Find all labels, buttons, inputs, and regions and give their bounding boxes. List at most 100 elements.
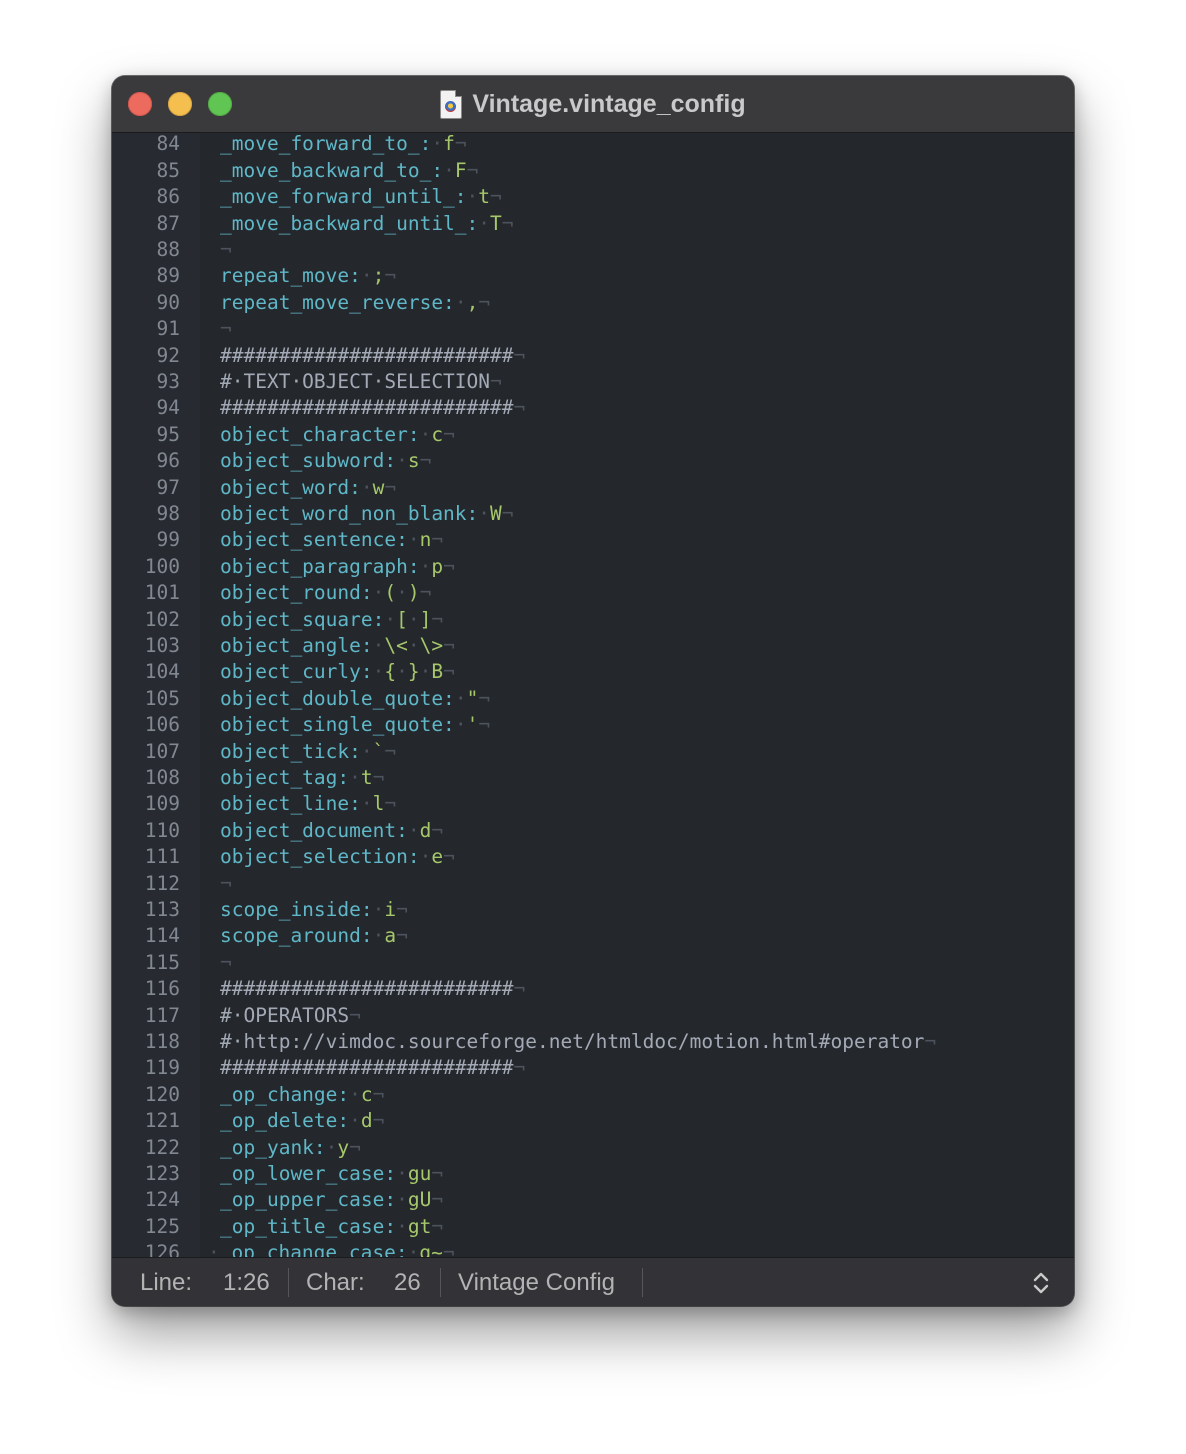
whitespace-marker: · (419, 845, 432, 869)
config-value: ' (466, 713, 479, 737)
config-value: ; (372, 264, 385, 288)
config-value: e (431, 845, 444, 869)
whitespace-marker: · (349, 1082, 361, 1106)
config-value: t (478, 185, 491, 209)
end-of-line-marker: ¬ (384, 739, 397, 763)
end-of-line-marker: ¬ (454, 133, 467, 156)
whitespace-marker: · (407, 607, 420, 631)
comment-text: #·http://vimdoc.sourceforge.net/htmldoc/… (220, 1030, 925, 1053)
code-line: 111 object_selection:·e¬ (112, 844, 1074, 870)
code-line: 92 #########################¬ (112, 343, 1074, 369)
editor-window: Vintage.vintage_config 84 _move_forward_t… (112, 76, 1074, 1306)
whitespace-marker: · (360, 792, 373, 816)
config-value: d (360, 1109, 373, 1133)
line-number: 109 (144, 792, 180, 816)
end-of-line-marker: ¬ (513, 1056, 526, 1080)
up-down-chevron-icon[interactable] (1030, 1270, 1052, 1296)
whitespace-marker: · (454, 290, 467, 314)
config-value: \< (384, 634, 408, 657)
status-divider (288, 1268, 289, 1297)
code-line: 110 object_document:·d¬ (112, 818, 1074, 844)
line-number: 103 (144, 634, 180, 657)
config-key: object_round: (220, 581, 373, 605)
config-value: d (419, 818, 432, 842)
code-line: 119 #########################¬ (112, 1055, 1074, 1081)
end-of-line-marker: ¬ (419, 449, 432, 473)
config-key: scope_around: (220, 924, 373, 948)
status-divider (642, 1268, 643, 1297)
whitespace-marker: · (466, 185, 479, 209)
end-of-line-marker: ¬ (478, 290, 491, 314)
config-value: F (454, 158, 467, 182)
line-number: 108 (144, 766, 180, 789)
config-value: s (407, 449, 420, 473)
code-line: 86 _move_forward_until_:·t¬ (112, 184, 1074, 210)
line-content: object_word_non_blank:·W¬ (220, 501, 514, 527)
config-key: object_line: (220, 792, 361, 816)
whitespace-marker: · (396, 581, 408, 605)
config-key: repeat_move_reverse: (220, 290, 455, 314)
config-key: _op_change_case: (219, 1241, 408, 1257)
line-number: 123 (144, 1162, 180, 1185)
whitespace-marker: · (396, 1214, 408, 1238)
code-line: 85 _move_backward_to_:·F¬ (112, 158, 1074, 184)
whitespace-marker: · (419, 422, 432, 446)
code-line: 93 #·TEXT·OBJECT·SELECTION¬ (112, 369, 1074, 395)
end-of-line-marker: ¬ (372, 1082, 385, 1106)
end-of-line-marker: ¬ (513, 977, 526, 1001)
whitespace-marker: · (360, 739, 373, 763)
syntax-mode[interactable]: Vintage Config (458, 1258, 615, 1306)
line-content: _op_lower_case:·gu¬ (220, 1161, 443, 1187)
config-value: ( (384, 581, 397, 605)
line-number: 121 (144, 1109, 180, 1133)
config-value: i (384, 898, 397, 921)
config-value: ] (419, 607, 432, 631)
config-key: object_angle: (220, 634, 373, 657)
whitespace-marker: · (360, 475, 373, 499)
whitespace-marker: · (349, 766, 361, 789)
config-value: B (431, 660, 444, 684)
comment-text: #·TEXT·OBJECT·SELECTION (220, 370, 491, 393)
config-key: object_paragraph: (220, 554, 420, 578)
code-line: 126 ·_op_change_case:·g~¬ (112, 1240, 1074, 1257)
config-key: _op_title_case: (220, 1214, 397, 1238)
config-key: repeat_move: (220, 264, 361, 288)
document-icon[interactable] (440, 89, 463, 119)
end-of-line-marker: ¬ (513, 396, 526, 420)
end-of-line-marker: ¬ (478, 686, 491, 710)
end-of-line-marker: ¬ (349, 1003, 361, 1027)
line-number: 96 (156, 449, 180, 473)
code-line: 102 object_square:·[·]¬ (112, 607, 1074, 633)
whitespace-marker: · (384, 607, 397, 631)
char-value: 26 (394, 1269, 421, 1296)
line-value[interactable]: 1:26 (223, 1258, 270, 1306)
whitespace-marker: · (478, 502, 491, 525)
end-of-line-marker: ¬ (443, 422, 455, 446)
line-number: 104 (144, 660, 180, 684)
comment-text: #·OPERATORS (220, 1003, 350, 1027)
whitespace-marker: · (454, 713, 467, 737)
code-editor[interactable]: 84 _move_forward_to_:·f¬ 85 _move_backward_… (112, 133, 1074, 1257)
end-of-line-marker: ¬ (442, 1241, 455, 1257)
line-content: _op_title_case:·gt¬ (220, 1214, 443, 1240)
line-content: _op_delete:·d¬ (220, 1108, 384, 1134)
line-content: object_round:·(·)¬ (220, 580, 431, 606)
char-label: Char: (306, 1269, 365, 1296)
end-of-line-marker: ¬ (443, 660, 455, 684)
line-number: 102 (144, 607, 180, 631)
line-number: 113 (144, 898, 180, 921)
end-of-line-marker: ¬ (443, 845, 455, 869)
line-content: repeat_move:·;¬ (220, 263, 396, 289)
line-number: 124 (144, 1188, 180, 1212)
comment-text: ######################### (220, 977, 514, 1001)
window-title-group: Vintage.vintage_config (112, 76, 1074, 132)
line-number: 112 (144, 871, 180, 895)
code-line: 123 _op_lower_case:·gu¬ (112, 1161, 1074, 1187)
whitespace-marker: · (360, 264, 373, 288)
line-number: 90 (156, 290, 180, 314)
line-content: object_curly:·{·}·B¬ (220, 659, 455, 685)
comment-text: ######################### (220, 1056, 514, 1080)
end-of-line-marker: ¬ (384, 264, 397, 288)
line-content: #·http://vimdoc.sourceforge.net/htmldoc/… (220, 1029, 936, 1055)
line-number: 98 (156, 502, 180, 525)
